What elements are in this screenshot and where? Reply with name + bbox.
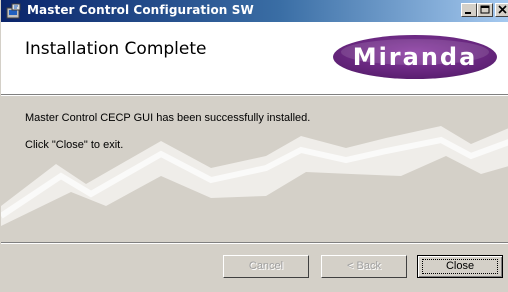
header-panel: Installation Complete Miranda [1, 22, 508, 94]
miranda-logo: Miranda [333, 35, 497, 79]
maximize-button[interactable] [477, 3, 493, 17]
install-success-message: Master Control CECP GUI has been success… [25, 112, 311, 124]
logo-text: Miranda [353, 43, 478, 71]
close-window-button[interactable] [495, 3, 508, 17]
page-title: Installation Complete [25, 39, 207, 59]
maximize-icon [480, 5, 490, 14]
content-panel: Master Control CECP GUI has been success… [1, 96, 508, 242]
button-bar: Cancel < Back Close [1, 244, 508, 292]
cancel-button[interactable]: Cancel [223, 255, 309, 278]
installer-app-icon [6, 3, 21, 19]
minimize-button[interactable] [461, 3, 477, 17]
close-icon [498, 5, 507, 14]
back-button[interactable]: < Back [321, 255, 407, 278]
window-title: Master Control Configuration SW [27, 3, 254, 17]
close-button[interactable]: Close [417, 255, 503, 278]
minimize-icon [465, 12, 471, 14]
close-instruction: Click "Close" to exit. [25, 139, 124, 151]
title-bar[interactable]: Master Control Configuration SW [1, 0, 508, 22]
installer-window: Master Control Configuration SW Installa… [0, 0, 508, 292]
